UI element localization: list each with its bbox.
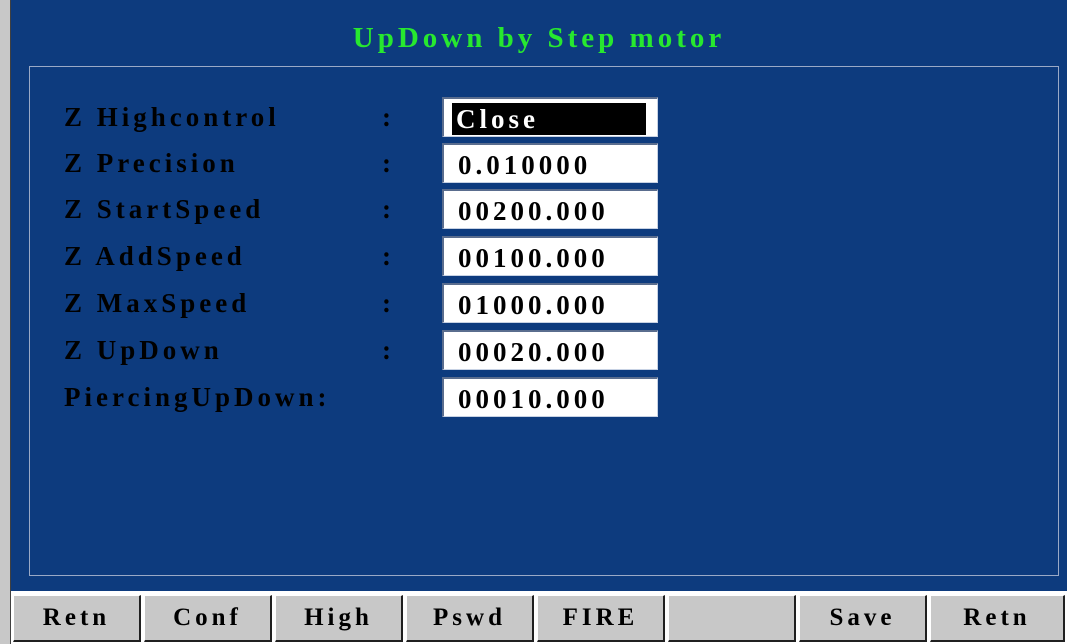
high-button[interactable]: High [275, 595, 403, 642]
conf-button[interactable]: Conf [144, 595, 272, 642]
param-label: Z Precision [64, 148, 239, 178]
param-row-piercing-updown: PiercingUpDown: 00010.000 [30, 375, 1060, 419]
fire-button[interactable]: FIRE [537, 595, 665, 642]
main-screen: UpDown by Step motor Z Highcontrol : Clo… [11, 0, 1067, 591]
z-startspeed-field[interactable]: 00200.000 [442, 189, 658, 229]
param-colon: : [382, 241, 391, 271]
param-row-z-maxspeed: Z MaxSpeed : 01000.000 [30, 281, 1060, 325]
z-highcontrol-field[interactable]: Close [442, 97, 658, 137]
piercing-updown-field[interactable]: 00010.000 [442, 377, 658, 417]
param-colon: : [382, 102, 391, 132]
param-value: 00100.000 [458, 243, 609, 273]
param-row-z-addspeed: Z AddSpeed : 00100.000 [30, 234, 1060, 278]
param-row-z-precision: Z Precision : 0.010000 [30, 141, 1060, 185]
function-key-bar: Retn Conf High Pswd FIRE Save Retn [11, 591, 1067, 644]
param-colon: : [382, 194, 391, 224]
retn-button-right[interactable]: Retn [930, 595, 1065, 642]
z-updown-field[interactable]: 00020.000 [442, 330, 658, 370]
window-title: UpDown by Step motor [352, 22, 726, 54]
pswd-button[interactable]: Pswd [406, 595, 534, 642]
blank-button[interactable] [668, 595, 796, 642]
param-row-z-highcontrol: Z Highcontrol : Close [30, 95, 1060, 139]
z-addspeed-field[interactable]: 00100.000 [442, 236, 658, 276]
param-label: Z UpDown [64, 335, 223, 365]
left-frame-border [0, 0, 11, 644]
param-colon: : [382, 148, 391, 178]
param-label: Z StartSpeed [64, 194, 265, 224]
param-value: 00010.000 [458, 384, 609, 414]
z-precision-field[interactable]: 0.010000 [442, 143, 658, 183]
param-value: 00020.000 [458, 337, 609, 367]
z-maxspeed-field[interactable]: 01000.000 [442, 283, 658, 323]
param-value: 00200.000 [458, 196, 609, 226]
parameters-panel: Z Highcontrol : Close Z Precision : 0.01… [29, 66, 1059, 576]
retn-button[interactable]: Retn [13, 595, 141, 642]
save-button[interactable]: Save [799, 595, 927, 642]
param-value: Close [452, 103, 646, 135]
param-row-z-startspeed: Z StartSpeed : 00200.000 [30, 187, 1060, 231]
param-colon: : [382, 288, 391, 318]
param-row-z-updown: Z UpDown : 00020.000 [30, 328, 1060, 372]
param-label: Z MaxSpeed [64, 288, 251, 318]
param-colon: : [382, 335, 391, 365]
param-value: 01000.000 [458, 290, 609, 320]
param-label: Z AddSpeed [64, 241, 246, 271]
param-value: 0.010000 [458, 150, 592, 180]
param-label: Z Highcontrol [64, 102, 280, 132]
param-label: PiercingUpDown: [64, 382, 331, 412]
